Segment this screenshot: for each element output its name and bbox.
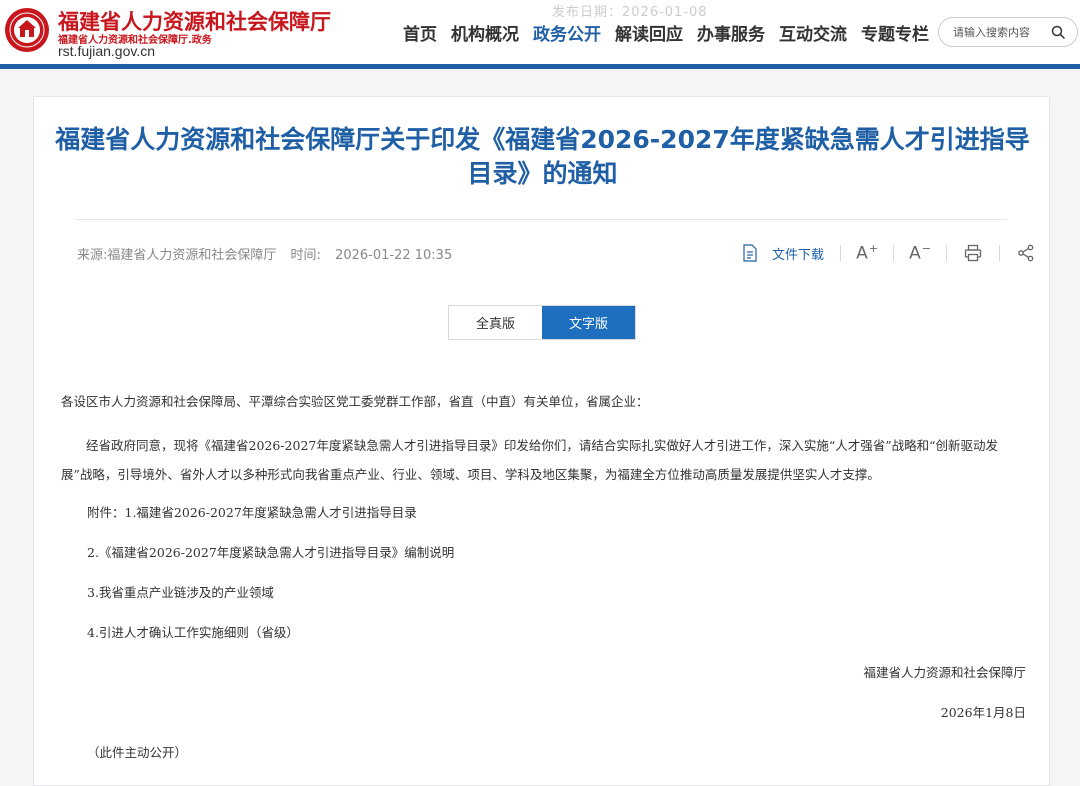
sign-date: 2026年1月8日 [940, 705, 1026, 720]
file-download-button[interactable]: 文件下载 [742, 244, 824, 263]
font-smaller-button[interactable]: A− [908, 241, 932, 265]
attachment-item: 2.《福建省2026-2027年度紧缺急需人才引进指导目录》编制说明 [87, 545, 455, 560]
main-paragraph: 经省政府同意，现将《福建省2026-2027年度紧缺急需人才引进指导目录》印发给… [61, 438, 999, 482]
article-time: 2026-01-22 10:35 [335, 248, 453, 263]
search-box[interactable] [938, 17, 1078, 47]
header-accent-bar [0, 64, 1080, 69]
emblem-logo-icon[interactable] [4, 7, 50, 53]
nav-item-interaction[interactable]: 互动交流 [779, 20, 847, 45]
font-larger-button[interactable]: A+ [855, 241, 879, 265]
signature: 福建省人力资源和社会保障厅 [863, 665, 1026, 680]
time-label: 时间: [290, 248, 321, 263]
site-header: 福建省人力资源和社会保障厅 福建省人力资源和社会保障厅.政务 rst.fujia… [0, 0, 1080, 64]
version-toggle: 全真版 文字版 [448, 305, 636, 340]
article-source: 来源:福建省人力资源和社会保障厅 [77, 248, 277, 263]
tool-divider [946, 245, 948, 261]
version-full-button[interactable]: 全真版 [449, 306, 542, 339]
version-text-button[interactable]: 文字版 [542, 306, 635, 339]
search-icon[interactable] [1051, 25, 1065, 39]
article-meta: 来源:福建省人力资源和社会保障厅 时间: 2026-01-22 10:35 [77, 244, 462, 263]
font-larger-icon: A+ [856, 242, 878, 264]
article-title: 福建省人力资源和社会保障厅关于印发《福建省2026-2027年度紧缺急需人才引进… [55, 125, 1030, 188]
article-card: 福建省人力资源和社会保障厅关于印发《福建省2026-2027年度紧缺急需人才引进… [33, 96, 1050, 786]
tool-divider [893, 245, 895, 261]
brand-domain: rst.fujian.gov.cn [58, 43, 156, 59]
print-button[interactable] [961, 241, 985, 265]
attachment-item: 3.我省重点产业链涉及的产业领域 [87, 585, 274, 600]
disclosure-note: （此件主动公开） [87, 745, 188, 760]
nav-item-gov-affairs[interactable]: 政务公开 [533, 20, 601, 45]
share-icon [1018, 244, 1034, 262]
attachment-item: 附件：1.福建省2026-2027年度紧缺急需人才引进指导目录 [87, 505, 417, 520]
document-icon [743, 244, 757, 262]
nav-item-home[interactable]: 首页 [403, 20, 437, 45]
attachment-item: 4.引进人才确认工作实施细则（省级） [87, 625, 299, 640]
font-smaller-icon: A− [909, 242, 931, 264]
faded-publish-date: 发布日期：2026-01-08 [552, 5, 708, 20]
nav-item-interpretation[interactable]: 解读回应 [615, 20, 683, 45]
tool-divider [999, 245, 1001, 261]
tool-divider [840, 245, 842, 261]
search-input[interactable] [953, 24, 1049, 40]
nav-item-topics[interactable]: 专题专栏 [861, 20, 929, 45]
main-nav: 首页 机构概况 政务公开 解读回应 办事服务 互动交流 专题专栏 [403, 20, 943, 45]
salutation: 各设区市人力资源和社会保障局、平潭综合实验区党工委党群工作部，省直（中直）有关单… [61, 394, 649, 409]
share-button[interactable] [1014, 241, 1038, 265]
article-tools: 文件下载 A+ A− [742, 241, 1042, 265]
title-divider [77, 219, 1007, 220]
printer-icon [964, 244, 982, 262]
nav-item-organization[interactable]: 机构概况 [451, 20, 519, 45]
file-download-label: 文件下载 [772, 247, 825, 263]
nav-item-services[interactable]: 办事服务 [697, 20, 765, 45]
